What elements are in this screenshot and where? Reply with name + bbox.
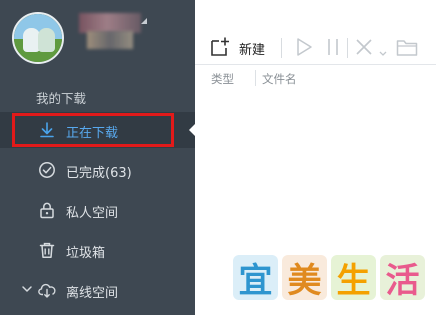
username-blurred[interactable] — [79, 13, 141, 33]
sidebar-item-private-space[interactable]: 私人空间 — [0, 192, 195, 228]
trash-icon — [38, 241, 56, 259]
chevron-down-icon[interactable] — [21, 283, 33, 295]
sidebar-item-offline-space[interactable]: 离线空间 — [0, 272, 195, 308]
column-header-type[interactable]: 类型 — [211, 71, 234, 87]
toolbar-divider — [347, 38, 348, 58]
watermark-char: 宜 — [233, 255, 278, 301]
profile-area — [0, 0, 195, 76]
sidebar-item-label: 垃圾箱 — [66, 246, 106, 261]
sidebar-item-label: 已完成(63) — [66, 166, 132, 181]
watermark-logo: 宜 美 生 活 — [233, 255, 429, 304]
new-task-label: 新建 — [239, 43, 266, 58]
cloud-download-icon — [38, 281, 56, 299]
watermark-char: 美 — [282, 255, 327, 301]
new-task-button[interactable]: 新建 — [209, 36, 271, 60]
sidebar-item-trash[interactable]: 垃圾箱 — [0, 232, 195, 268]
sidebar: 我的下载 正在下载 已完成(63) 私人空间 垃圾箱 离线空间 — [0, 0, 195, 315]
lock-icon — [38, 201, 56, 219]
watermark-char: 活 — [380, 255, 425, 301]
sidebar-item-label: 私人空间 — [66, 206, 119, 221]
download-arrow-icon — [38, 121, 56, 139]
play-icon[interactable] — [294, 36, 314, 60]
sidebar-item-label: 离线空间 — [66, 286, 119, 301]
sidebar-item-label: 正在下载 — [66, 126, 119, 141]
column-divider[interactable] — [255, 70, 256, 86]
toolbar-divider — [281, 38, 282, 58]
check-circle-icon — [38, 161, 56, 179]
section-label-my-downloads: 我的下载 — [36, 91, 87, 106]
folder-icon[interactable] — [395, 36, 419, 60]
sidebar-item-downloading[interactable]: 正在下载 — [0, 112, 195, 148]
profile-dropdown-caret-icon[interactable] — [141, 18, 147, 24]
delete-icon[interactable] — [353, 36, 375, 60]
column-header-filename[interactable]: 文件名 — [262, 71, 297, 87]
user-level-blurred — [87, 31, 133, 49]
chevron-down-icon[interactable] — [378, 36, 388, 60]
watermark-char: 生 — [331, 255, 376, 301]
avatar[interactable] — [12, 12, 64, 64]
pause-icon[interactable] — [323, 36, 343, 60]
sidebar-item-completed[interactable]: 已完成(63) — [0, 152, 195, 188]
toolbar: 新建 — [195, 0, 436, 65]
new-icon — [209, 36, 231, 61]
